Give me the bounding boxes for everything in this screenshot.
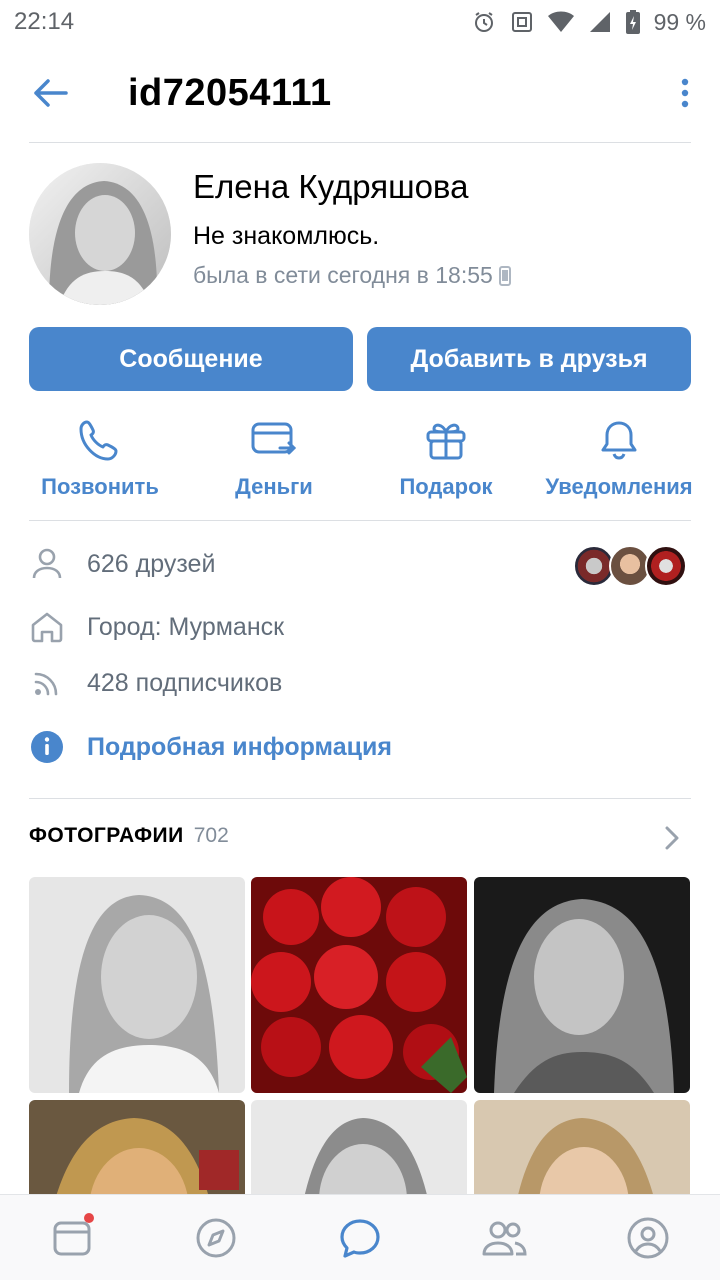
profile-avatar[interactable] [29,163,171,305]
header-divider [29,142,691,143]
actions-divider [29,520,691,521]
friend-avatars[interactable] [573,545,687,587]
wifi-icon [547,11,574,32]
friends-icon [482,1221,527,1255]
photos-header[interactable]: ФОТОГРАФИИ 702 [29,824,229,848]
message-button[interactable]: Сообщение [29,327,353,391]
page-title: id72054111 [128,71,332,114]
nav-news[interactable] [22,1195,122,1280]
photo-thumbnail[interactable] [251,877,467,1093]
friends-row[interactable]: 626 друзей [29,547,215,581]
more-button[interactable] [650,48,720,138]
chevron-right-icon[interactable] [665,826,679,850]
money-action[interactable]: Деньги [189,410,359,500]
messages-icon [340,1218,380,1258]
photo-thumbnail[interactable] [29,877,245,1093]
status-bar: 22:14 99 % [0,0,720,44]
info-divider [29,798,691,799]
alarm-icon [474,12,493,32]
gift-action[interactable]: Подарок [361,410,531,500]
notifications-label: Уведомления [545,474,693,499]
friends-count: 626 друзей [87,549,216,578]
gift-label: Подарок [399,474,493,499]
followers-count: 428 подписчиков [87,668,283,697]
details-link: Подробная информация [87,732,392,761]
profile-name: Елена Кудряшова [193,168,469,205]
phone-call-icon [79,420,118,461]
details-row[interactable]: Подробная информация [29,730,392,764]
call-action[interactable]: Позвонить [15,410,185,500]
money-transfer-icon [251,422,297,455]
status-time: 22:14 [14,8,75,35]
battery-icon [625,10,640,34]
profile-icon [627,1217,669,1258]
rss-icon [34,672,58,696]
call-label: Позвонить [41,474,159,499]
user-icon [32,548,62,579]
notifications-action[interactable]: Уведомления [534,410,704,500]
avatar-photo [29,163,171,305]
nav-friends[interactable] [454,1195,554,1280]
bell-icon [601,421,637,460]
explore-icon [196,1218,236,1257]
followers-row[interactable]: 428 подписчиков [29,668,282,698]
online-status-text: была в сети сегодня в 18:55 [193,262,493,288]
phone-icon [498,265,511,286]
arrow-left-icon [34,79,68,107]
city-row: Город: Мурманск [29,611,284,643]
signal-icon [589,12,610,32]
nav-explore[interactable] [166,1195,266,1280]
photos-count: 702 [193,824,229,847]
gift-icon [426,423,466,460]
more-vertical-icon [681,78,689,108]
nav-messages[interactable] [310,1195,410,1280]
header: id72054111 [0,48,720,138]
profile-status: Не знакомлюсь. [193,222,380,250]
online-status: была в сети сегодня в 18:55 [193,262,511,289]
photos-title: ФОТОГРАФИИ [29,824,184,847]
bottom-navigation [0,1194,720,1280]
photo-thumbnail[interactable] [474,877,690,1093]
info-icon [31,731,63,763]
battery-percent: 99 % [653,8,706,35]
add-friend-button[interactable]: Добавить в друзья [367,327,691,391]
city-text: Город: Мурманск [87,612,285,641]
status-icons: 99 % [472,9,706,36]
news-icon [53,1221,91,1255]
nfc-icon [511,12,532,32]
back-button[interactable] [0,48,100,138]
nav-profile[interactable] [598,1195,698,1280]
notification-dot [84,1212,94,1223]
home-icon [31,612,63,643]
money-label: Деньги [235,474,313,499]
friend-avatar [645,545,687,587]
